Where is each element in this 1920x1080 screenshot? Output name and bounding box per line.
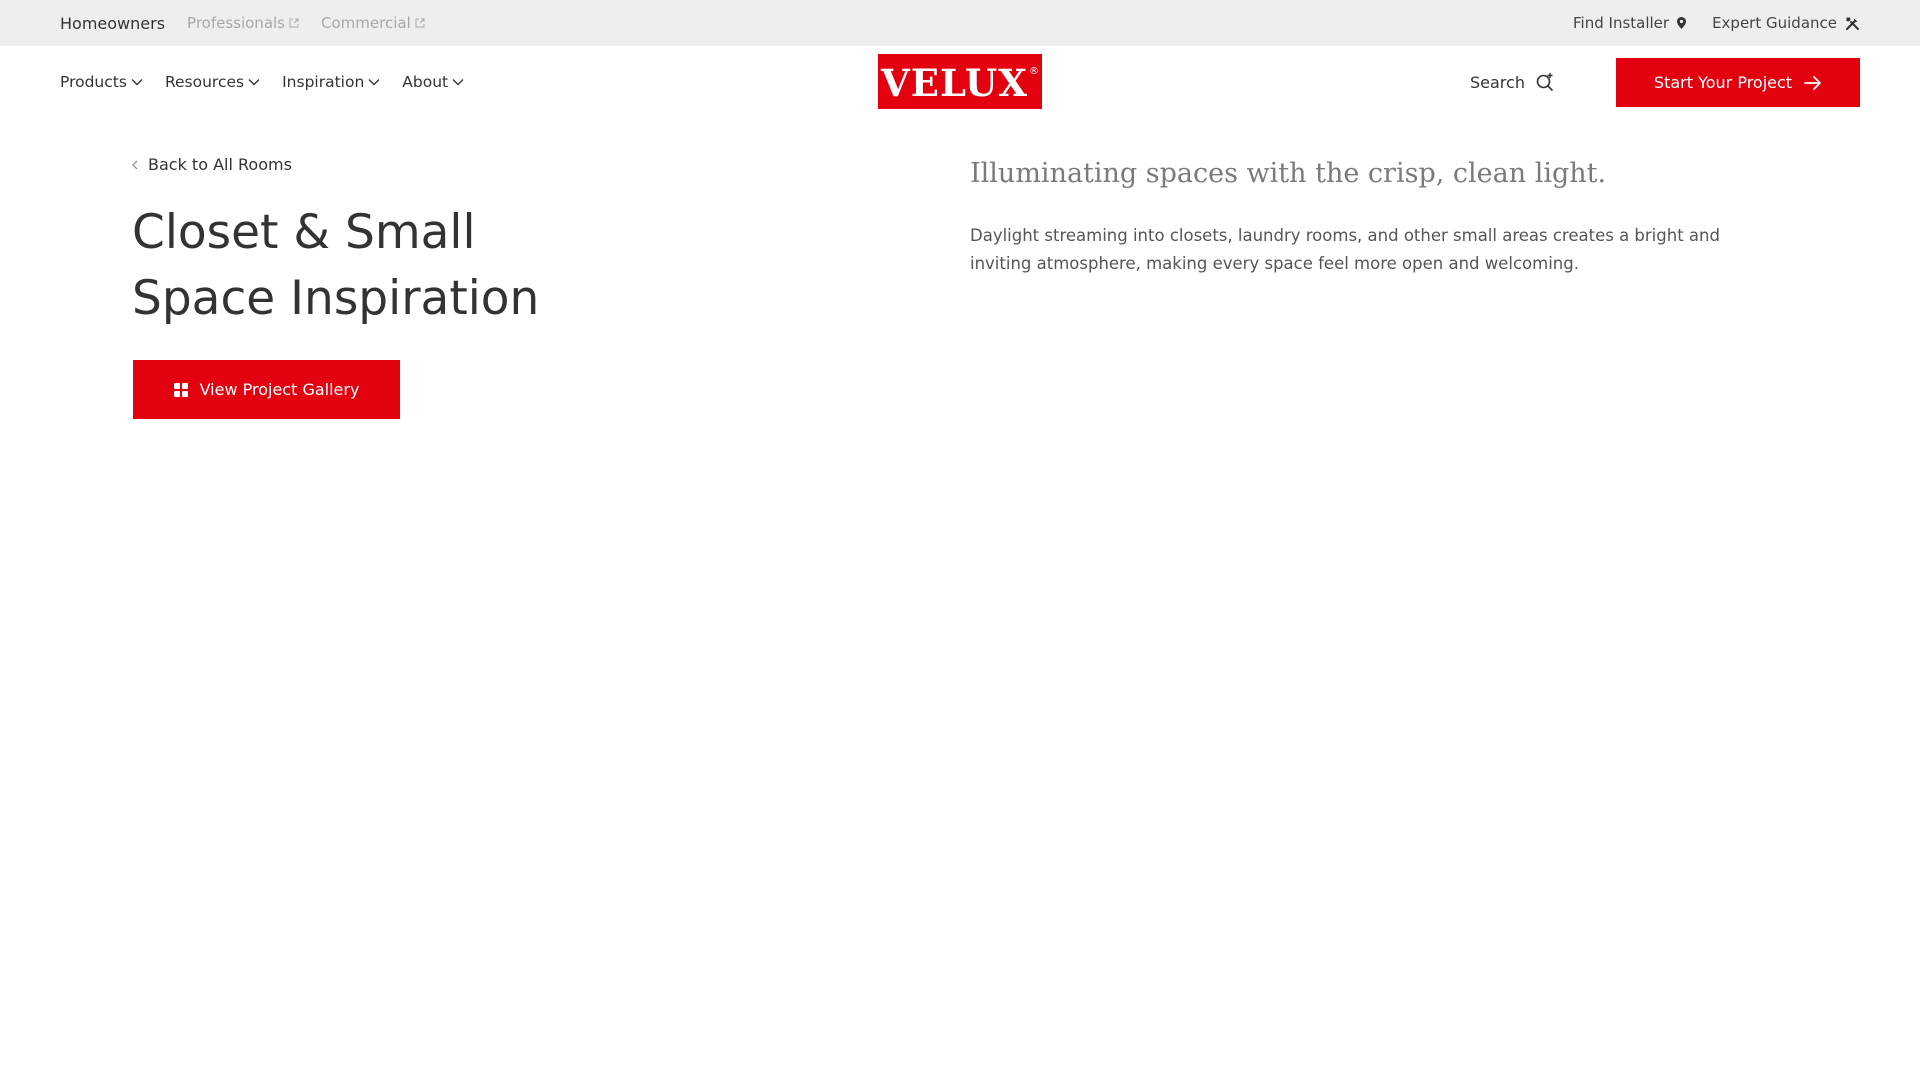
find-installer-label: Find Installer	[1573, 14, 1670, 32]
back-link-label: Back to All Rooms	[148, 155, 292, 174]
nav-item-products[interactable]: Products	[60, 73, 143, 91]
nav-item-resources[interactable]: Resources	[165, 73, 260, 91]
expert-guidance-link[interactable]: Expert Guidance	[1712, 14, 1860, 32]
find-installer-link[interactable]: Find Installer	[1573, 14, 1687, 32]
nav-item-label: Products	[60, 73, 127, 91]
external-link-icon	[415, 18, 425, 28]
audience-commercial-link[interactable]: Commercial	[321, 14, 425, 32]
chevron-down-icon	[248, 78, 260, 86]
audience-commercial-label: Commercial	[321, 14, 411, 32]
audience-switcher: Homeowners Professionals Commercial	[60, 14, 425, 33]
external-link-icon	[289, 18, 299, 28]
audience-professionals-label: Professionals	[187, 14, 285, 32]
page-title: Closet & Small Space Inspiration	[132, 200, 652, 332]
nav-item-inspiration[interactable]: Inspiration	[282, 73, 380, 91]
view-project-gallery-button[interactable]: View Project Gallery	[133, 360, 400, 419]
utility-links: Find Installer Expert Guidance	[1573, 14, 1860, 32]
intro-heading: Illuminating spaces with the crisp, clea…	[970, 158, 1607, 189]
start-your-project-label: Start Your Project	[1653, 73, 1793, 92]
start-your-project-button[interactable]: Start Your Project	[1616, 58, 1860, 107]
search-icon	[1535, 72, 1555, 92]
nav-item-label: Inspiration	[282, 73, 365, 91]
search-button[interactable]: Search	[1470, 46, 1555, 118]
gallery-button-label: View Project Gallery	[199, 380, 360, 399]
audience-homeowners[interactable]: Homeowners	[60, 14, 165, 33]
audience-professionals-link[interactable]: Professionals	[187, 14, 299, 32]
back-to-all-rooms-link[interactable]: Back to All Rooms	[132, 155, 292, 174]
logo-registered-mark: ®	[1028, 66, 1039, 77]
grid-icon	[173, 382, 188, 397]
expert-guidance-label: Expert Guidance	[1712, 14, 1837, 32]
logo-wordmark: VELUX	[881, 60, 1028, 105]
page-title-line-2: Space Inspiration	[132, 271, 540, 326]
nav-item-about[interactable]: About	[402, 73, 464, 91]
nav-item-label: Resources	[164, 73, 245, 91]
main-nav: Products Resources Inspiration About	[60, 46, 464, 118]
page-title-line-1: Closet & Small	[132, 205, 476, 260]
chevron-down-icon	[452, 78, 464, 86]
nav-item-label: About	[402, 73, 449, 91]
utility-bar: Homeowners Professionals Commercial Find…	[0, 0, 1920, 46]
intro-body: Daylight streaming into closets, laundry…	[970, 226, 1720, 273]
location-pin-icon	[1677, 17, 1687, 29]
chevron-left-icon	[132, 160, 138, 170]
velux-logo[interactable]: VELUX ®	[878, 54, 1042, 109]
chevron-down-icon	[131, 78, 143, 86]
chevron-down-icon	[368, 78, 380, 86]
tools-icon	[1845, 16, 1860, 31]
arrow-right-icon	[1804, 75, 1822, 91]
search-label: Search	[1470, 72, 1525, 92]
site-header: Products Resources Inspiration About VEL…	[0, 46, 1920, 118]
